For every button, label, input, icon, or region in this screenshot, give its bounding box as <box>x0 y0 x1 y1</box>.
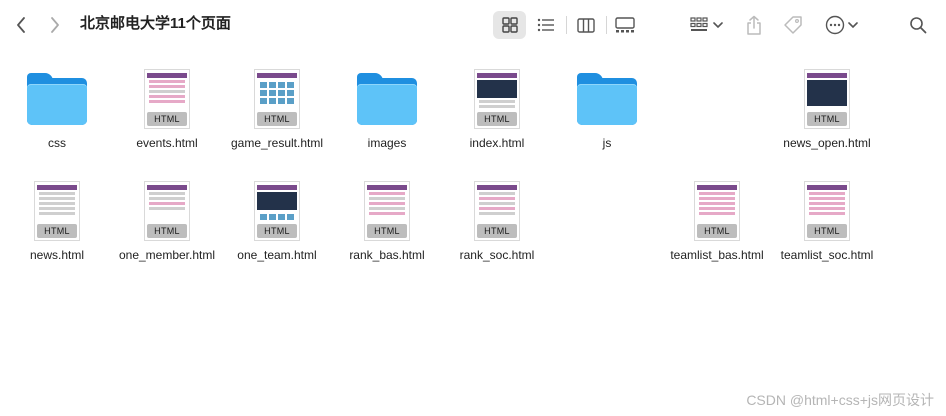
html-file-icon: HTML <box>144 181 190 241</box>
more-icon <box>825 15 844 35</box>
file-type-badge: HTML <box>697 224 737 238</box>
back-button[interactable] <box>10 13 32 37</box>
tag-icon <box>784 16 802 34</box>
html-file-icon: HTML <box>474 181 520 241</box>
file-item[interactable]: HTML index.html <box>442 60 552 164</box>
file-type-badge: HTML <box>257 224 297 238</box>
gallery-view-button[interactable] <box>611 11 639 39</box>
file-type-badge: HTML <box>367 224 407 238</box>
file-item[interactable]: HTML one_member.html <box>112 172 222 276</box>
file-type-badge: HTML <box>807 224 847 238</box>
chevron-left-icon <box>17 17 25 33</box>
file-grid: css HTML events.html HTML game_result.ht… <box>0 60 946 310</box>
share-icon <box>747 15 761 35</box>
chevron-down-icon <box>712 22 723 29</box>
chevron-down-icon <box>847 22 858 29</box>
toolbar-separator <box>606 16 607 34</box>
search-button[interactable] <box>904 11 932 39</box>
icon-view-button[interactable] <box>493 11 526 39</box>
html-file-icon: HTML <box>144 69 190 129</box>
more-button[interactable] <box>821 11 861 39</box>
toolbar-separator <box>566 16 567 34</box>
window-title: 北京邮电大学11个页面 <box>80 15 231 32</box>
html-file-icon: HTML <box>694 181 740 241</box>
file-name: rank_soc.html <box>459 248 535 262</box>
file-item[interactable]: HTML news_open.html <box>772 60 882 164</box>
share-button[interactable] <box>741 10 767 40</box>
file-item[interactable]: HTML rank_bas.html <box>332 172 442 276</box>
forward-button[interactable] <box>44 13 66 37</box>
html-file-icon: HTML <box>804 181 850 241</box>
file-item[interactable]: HTML one_team.html <box>222 172 332 276</box>
watermark: CSDN @html+css+js网页设计 <box>746 392 934 408</box>
folder-icon <box>27 73 87 125</box>
file-type-badge: HTML <box>37 224 77 238</box>
group-icon <box>689 17 708 31</box>
file-type-badge: HTML <box>477 112 517 126</box>
folder-icon <box>577 73 637 125</box>
file-type-badge: HTML <box>477 224 517 238</box>
column-view-button[interactable] <box>572 11 600 39</box>
file-type-badge: HTML <box>147 224 187 238</box>
file-name: js <box>602 136 612 150</box>
file-item[interactable]: HTML rank_soc.html <box>442 172 552 276</box>
file-item[interactable]: HTML news.html <box>2 172 112 276</box>
list-view-button[interactable] <box>532 11 560 39</box>
folder-item[interactable]: js <box>552 60 662 164</box>
html-file-icon: HTML <box>474 69 520 129</box>
html-file-icon: HTML <box>34 181 80 241</box>
gallery-icon <box>615 17 635 33</box>
tag-button[interactable] <box>779 10 807 40</box>
grid-icon <box>501 17 518 33</box>
chevron-right-icon <box>51 17 59 33</box>
file-item[interactable]: HTML teamlist_bas.html <box>662 172 772 276</box>
file-name: teamlist_soc.html <box>780 248 874 262</box>
list-icon <box>537 18 554 32</box>
file-item[interactable]: HTML teamlist_soc.html <box>772 172 882 276</box>
file-type-badge: HTML <box>807 112 847 126</box>
folder-icon <box>357 73 417 125</box>
group-button[interactable] <box>686 11 726 39</box>
folder-item[interactable]: images <box>332 60 442 164</box>
search-icon <box>910 17 927 34</box>
file-item[interactable]: HTML events.html <box>112 60 222 164</box>
file-type-badge: HTML <box>257 112 297 126</box>
folder-item[interactable]: css <box>2 60 112 164</box>
toolbar: 北京邮电大学11个页面 <box>0 0 946 50</box>
columns-icon <box>577 17 595 33</box>
html-file-icon: HTML <box>254 69 300 129</box>
html-file-icon: HTML <box>364 181 410 241</box>
file-item[interactable]: HTML game_result.html <box>222 60 332 164</box>
html-file-icon: HTML <box>254 181 300 241</box>
file-type-badge: HTML <box>147 112 187 126</box>
html-file-icon: HTML <box>804 69 850 129</box>
file-name: news_open.html <box>783 136 871 150</box>
